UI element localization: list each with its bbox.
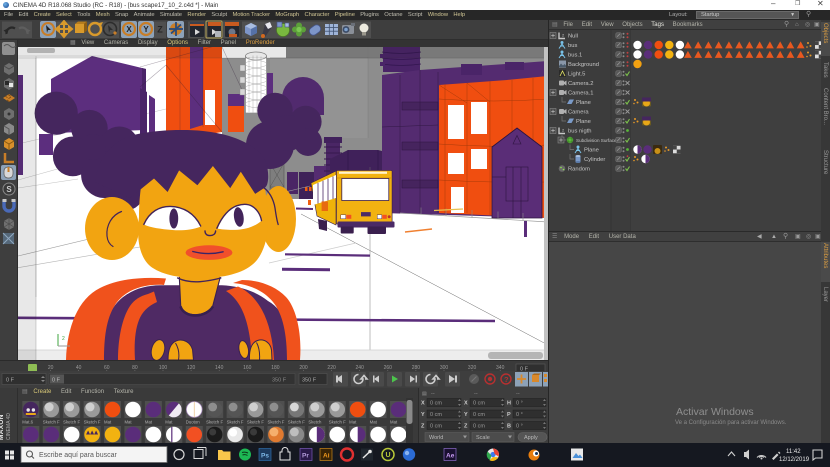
svg-text:Sketch F: Sketch F [43,420,60,425]
svg-text:Sketch F: Sketch F [206,420,223,425]
svg-text:Sketch F: Sketch F [247,420,264,425]
svg-text:Plane: Plane [576,100,591,106]
svg-text:2: 2 [562,33,565,38]
svg-text:350 F: 350 F [302,378,317,384]
svg-text:Duoton: Duoton [186,420,200,425]
svg-text:0 °: 0 ° [516,401,523,407]
svg-text:Sketch F: Sketch F [267,420,284,425]
svg-text:Sketch F: Sketch F [84,420,101,425]
svg-text:Mat: Mat [370,420,378,425]
svg-text:Camera: Camera [568,110,589,116]
svg-text:2: 2 [562,128,565,133]
svg-text:11:42: 11:42 [786,449,801,455]
svg-text:U: U [386,452,391,459]
svg-text:Sketch F: Sketch F [63,420,80,425]
svg-text:Apply: Apply [524,435,538,441]
svg-text:Escribe aquí para buscar: Escribe aquí para buscar [39,452,117,459]
svg-text:0 cm: 0 cm [430,401,442,407]
svg-text:Ai: Ai [323,453,330,460]
svg-text:Sketch F: Sketch F [329,420,346,425]
svg-text:Mat.6: Mat.6 [22,420,33,425]
svg-text:0 °: 0 ° [516,412,523,418]
svg-text:Pr: Pr [302,453,309,460]
svg-text:S: S [6,185,12,194]
svg-text:Light.5: Light.5 [568,72,585,78]
svg-text:Mat: Mat [349,420,357,425]
svg-text:Mat: Mat [145,420,153,425]
svg-text:--: -- [516,391,520,397]
svg-text:0 F: 0 F [52,378,61,384]
svg-text:B: B [507,424,511,430]
svg-text:--: -- [474,391,478,397]
svg-text:X: X [464,401,468,407]
svg-text:Subdivision Surface: Subdivision Surface [576,138,617,143]
svg-text:Plane: Plane [576,119,591,125]
svg-text:0 F: 0 F [6,378,15,384]
svg-text:Random: Random [568,167,590,173]
svg-text:Camera.1: Camera.1 [568,91,593,97]
svg-text:0 cm: 0 cm [430,424,442,430]
svg-text:P: P [507,412,511,418]
svg-text:Plane: Plane [584,148,599,154]
svg-text:Background: Background [568,62,599,68]
svg-text:bus nigth: bus nigth [568,129,592,135]
svg-text:bus.1: bus.1 [568,53,582,59]
svg-text:0 cm: 0 cm [473,424,485,430]
svg-text:Ae: Ae [446,453,455,460]
svg-text:0 cm: 0 cm [430,412,442,418]
svg-text:0 °: 0 ° [516,424,523,430]
svg-text:Null: Null [568,34,578,40]
svg-text:Mat: Mat [124,420,132,425]
svg-text:Y: Y [421,412,425,418]
svg-text:Sketch F: Sketch F [227,420,244,425]
svg-text:X: X [421,401,425,407]
svg-text:2: 2 [62,336,65,342]
svg-text:Mat: Mat [104,420,112,425]
svg-text:Sketch F: Sketch F [288,420,305,425]
svg-text:Mat: Mat [390,420,398,425]
svg-text:▤: ▤ [422,391,427,397]
svg-text:Z: Z [464,424,468,430]
svg-text:X: X [126,25,132,34]
svg-text:H: H [507,401,511,407]
svg-text:?: ? [504,375,509,384]
svg-text:350 F: 350 F [272,378,287,384]
svg-text:Mat: Mat [165,420,173,425]
svg-text:Z: Z [421,424,425,430]
svg-text:bus: bus [568,43,577,49]
svg-text:12/12/2019: 12/12/2019 [779,457,810,463]
svg-text:0 cm: 0 cm [473,401,485,407]
svg-text:Ps: Ps [261,453,269,460]
svg-text:Cylinder: Cylinder [584,157,605,163]
svg-text:World: World [429,435,443,441]
svg-text:--: -- [431,391,435,397]
svg-text:Sketch: Sketch [308,420,322,425]
svg-text:Z: Z [157,25,163,35]
svg-text:Y: Y [143,25,149,34]
svg-text:0 cm: 0 cm [473,412,485,418]
svg-text:Camera.2: Camera.2 [568,81,593,87]
svg-text:Scale: Scale [476,435,490,441]
svg-text:Y: Y [464,412,468,418]
